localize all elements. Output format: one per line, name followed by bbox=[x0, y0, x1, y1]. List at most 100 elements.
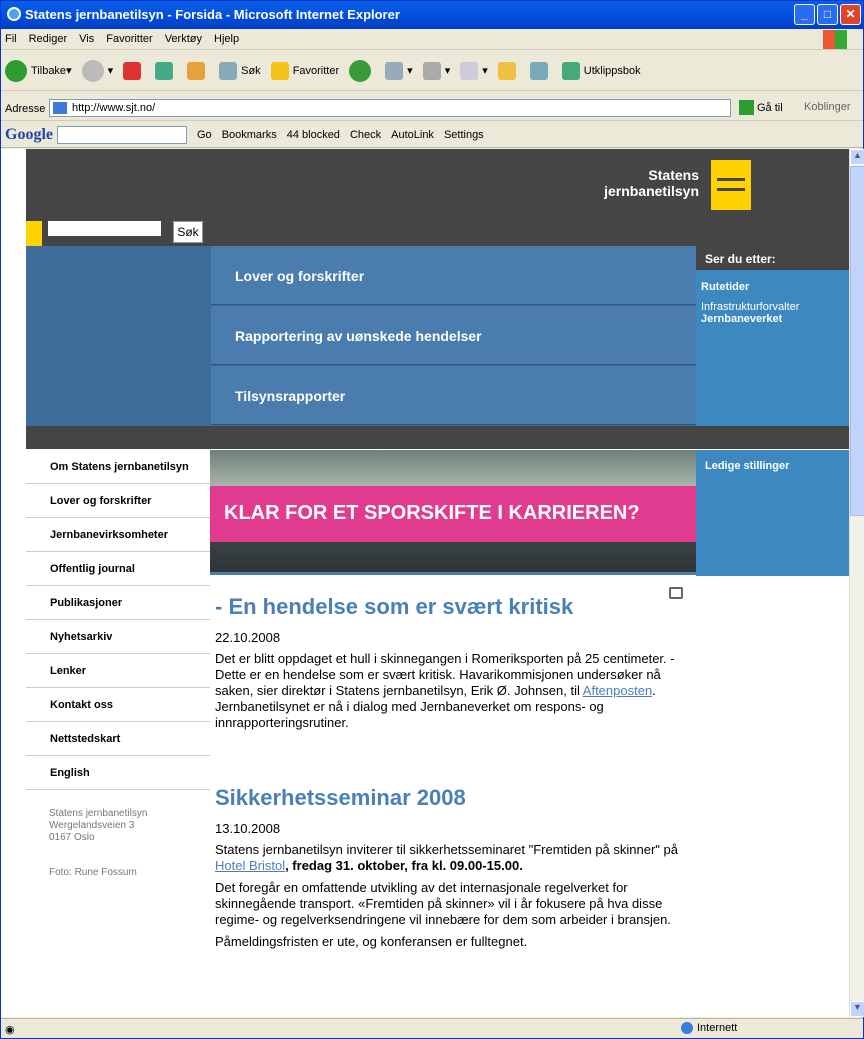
home-icon bbox=[187, 61, 206, 80]
page-icon bbox=[53, 102, 67, 114]
left-nav-item[interactable]: Publikasjoner bbox=[26, 586, 210, 620]
messenger-button[interactable] bbox=[529, 61, 552, 80]
title-bar[interactable]: Statens jernbanetilsyn - Forsida - Micro… bbox=[1, 1, 863, 29]
news-article: Sikkerhetsseminar 2008 13.10.2008 Staten… bbox=[215, 785, 685, 950]
bookmarks-button[interactable]: Bookmarks bbox=[222, 129, 277, 141]
links-button[interactable]: Koblinger bbox=[804, 101, 850, 113]
site-logo-text[interactable]: Statens jernbanetilsyn bbox=[559, 167, 699, 199]
page-content: Statens jernbanetilsyn Søk Lover og fors… bbox=[1, 149, 849, 1017]
stop-icon bbox=[123, 61, 142, 80]
folder-icon bbox=[497, 61, 516, 80]
menu-view[interactable]: Vis bbox=[79, 33, 94, 45]
star-icon bbox=[270, 61, 289, 80]
history-button[interactable] bbox=[349, 59, 375, 82]
address-input[interactable]: http://www.sjt.no/ bbox=[49, 99, 731, 117]
window-title: Statens jernbanetilsyn - Forsida - Micro… bbox=[25, 7, 400, 22]
google-logo[interactable]: Google bbox=[5, 126, 53, 144]
address-bar: Adresse http://www.sjt.no/ Gå til Koblin… bbox=[1, 97, 863, 121]
windows-logo-icon bbox=[823, 30, 847, 49]
article-body: Statens jernbanetilsyn inviterer til sik… bbox=[215, 842, 678, 873]
home-button[interactable] bbox=[187, 61, 209, 80]
google-search-input[interactable] bbox=[57, 125, 187, 144]
link-aftenposten[interactable]: Aftenposten bbox=[583, 683, 652, 698]
nav-item-inspections[interactable]: Tilsynsrapporter bbox=[211, 366, 696, 425]
scroll-down-button[interactable]: ▼ bbox=[850, 1001, 864, 1017]
article-body: Det foregår en omfattende utvikling av d… bbox=[215, 880, 671, 927]
search-button[interactable]: Søk bbox=[219, 61, 261, 80]
rail-logo-icon[interactable] bbox=[711, 160, 751, 210]
site-search-button[interactable]: Søk bbox=[173, 221, 203, 243]
label-infrastructure: Infrastrukturforvalter bbox=[701, 301, 800, 313]
banner-text: KLAR FOR ET SPORSKIFTE I KARRIEREN? bbox=[210, 486, 696, 542]
close-button[interactable]: ✕ bbox=[840, 4, 861, 25]
news-article: - En hendelse som er svært kritisk 22.10… bbox=[215, 594, 685, 731]
link-hotel-bristol[interactable]: Hotel Bristol bbox=[215, 858, 285, 873]
menu-tools[interactable]: Verktøy bbox=[165, 33, 202, 45]
standard-toolbar: Tilbake ▾ ▾ Søk Favoritter ▾ ▾ ▾ Utklipp… bbox=[1, 51, 863, 91]
minimize-button[interactable]: _ bbox=[794, 4, 815, 25]
scroll-up-button[interactable]: ▲ bbox=[850, 149, 864, 165]
left-nav-item[interactable]: Om Statens jernbanetilsyn bbox=[26, 450, 210, 484]
mail-button[interactable]: ▾ bbox=[385, 61, 413, 80]
left-nav-item[interactable]: Nyhetsarkiv bbox=[26, 620, 210, 654]
left-nav-item[interactable]: Lover og forskrifter bbox=[26, 484, 210, 518]
left-nav-item[interactable]: Kontakt oss bbox=[26, 688, 210, 722]
status-bar: ◉ Internett bbox=[1, 1018, 863, 1039]
folder-button[interactable] bbox=[497, 61, 520, 80]
site-search-input[interactable] bbox=[48, 221, 161, 236]
nav-item-laws[interactable]: Lover og forskrifter bbox=[211, 246, 696, 305]
left-nav-item[interactable]: Nettstedskart bbox=[26, 722, 210, 756]
vertical-scrollbar[interactable]: ▲ ▼ bbox=[849, 149, 864, 1017]
back-button[interactable]: Tilbake ▾ bbox=[5, 59, 72, 82]
history-icon bbox=[349, 59, 372, 82]
address-label: Adresse bbox=[5, 102, 46, 115]
menu-favorites[interactable]: Favoritter bbox=[106, 33, 152, 45]
browser-window: Statens jernbanetilsyn - Forsida - Micro… bbox=[0, 0, 864, 1039]
refresh-button[interactable] bbox=[155, 61, 177, 80]
quick-links-panel: Ser du etter: Rutetider Infrastrukturfor… bbox=[696, 246, 849, 426]
left-nav-item[interactable]: Offentlig journal bbox=[26, 552, 210, 586]
settings-button[interactable]: Settings bbox=[444, 129, 484, 141]
go-arrow-icon bbox=[739, 100, 754, 115]
status-page-icon: ◉ bbox=[5, 1023, 15, 1036]
mail-icon bbox=[385, 61, 404, 80]
article-title[interactable]: - En hendelse som er svært kritisk bbox=[215, 594, 685, 620]
photo-credit: Foto: Rune Fossum bbox=[49, 867, 137, 878]
quick-links-heading: Ser du etter: bbox=[696, 246, 849, 270]
edit-button[interactable]: ▾ bbox=[460, 61, 488, 80]
clipboard-icon bbox=[561, 61, 580, 80]
article-date: 13.10.2008 bbox=[215, 821, 281, 836]
menu-file[interactable]: Fil bbox=[5, 33, 17, 45]
refresh-icon bbox=[155, 61, 174, 80]
clipboard-button[interactable]: Utklippsbok bbox=[561, 61, 641, 80]
scroll-thumb[interactable] bbox=[850, 166, 864, 516]
link-jernbaneverket[interactable]: Jernbaneverket bbox=[701, 313, 849, 325]
article-title[interactable]: Sikkerhetsseminar 2008 bbox=[215, 785, 685, 811]
career-banner[interactable]: KLAR FOR ET SPORSKIFTE I KARRIEREN? bbox=[210, 450, 696, 575]
print-button[interactable]: ▾ bbox=[422, 61, 450, 80]
left-nav-item[interactable]: English bbox=[26, 756, 210, 790]
go-button[interactable]: Gå til bbox=[739, 100, 783, 115]
globe-icon bbox=[681, 1022, 693, 1034]
popup-blocked-button[interactable]: 44 blocked bbox=[287, 129, 340, 141]
link-timetables[interactable]: Rutetider bbox=[701, 281, 849, 293]
favorites-button[interactable]: Favoritter bbox=[270, 61, 339, 80]
menu-edit[interactable]: Rediger bbox=[29, 33, 68, 45]
spellcheck-button[interactable]: Check bbox=[350, 129, 381, 141]
menu-help[interactable]: Hjelp bbox=[214, 33, 239, 45]
link-vacancies[interactable]: Ledige stillinger bbox=[696, 450, 849, 576]
word-icon bbox=[460, 61, 479, 80]
postal-address: Statens jernbanetilsyn Wergelandsveien 3… bbox=[49, 808, 148, 843]
left-nav-item[interactable]: Lenker bbox=[26, 654, 210, 688]
print-icon bbox=[422, 61, 441, 80]
back-arrow-icon bbox=[5, 59, 27, 82]
maximize-button[interactable]: □ bbox=[817, 4, 838, 25]
stop-button[interactable] bbox=[123, 61, 145, 80]
autolink-button[interactable]: AutoLink bbox=[391, 129, 434, 141]
google-go-button[interactable]: Go bbox=[197, 129, 212, 141]
left-nav-item[interactable]: Jernbanevirksomheter bbox=[26, 518, 210, 552]
nav-item-reporting[interactable]: Rapportering av uønskede hendelser bbox=[211, 306, 696, 365]
forward-button[interactable]: ▾ bbox=[81, 59, 113, 82]
logo-line-2: jernbanetilsyn bbox=[604, 183, 699, 199]
forward-arrow-icon bbox=[81, 59, 104, 82]
